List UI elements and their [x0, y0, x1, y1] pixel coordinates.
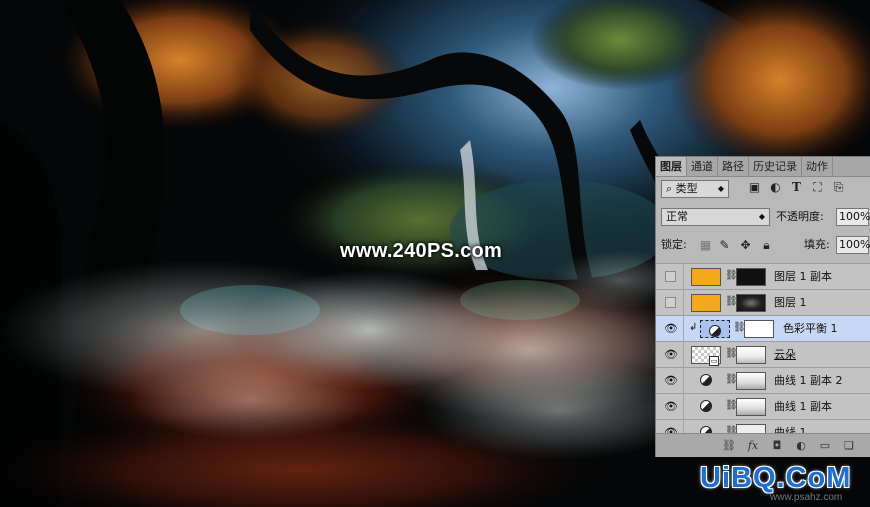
filter-kind-label: 类型 — [675, 182, 698, 195]
chevron-down-icon: ◆ — [758, 212, 765, 221]
smart-object-icon: ▭ — [709, 356, 719, 366]
search-icon: ⌕ — [666, 182, 676, 195]
layer-name[interactable]: 云朵 — [774, 346, 796, 364]
layers-panel: 图层 通道 路径 历史记录 动作 ⌕ 类型 ◆ ▣ ◐ T ⛶ ⎘ 正常 ◆ 不… — [655, 156, 870, 457]
visibility-toggle-off[interactable] — [665, 271, 676, 282]
layer-row[interactable]: 👁︎ ▭ ⛓ 云朵 — [656, 342, 870, 368]
brand-logo: UiBQ.CoM — [700, 462, 852, 494]
new-group-icon[interactable]: ▭ — [818, 439, 832, 452]
smart-object-filter-icon[interactable]: ⎘ — [832, 181, 845, 194]
chevron-down-icon: ◆ — [717, 184, 724, 193]
layer-row-selected[interactable]: 👁︎ ↲ ⛓ 色彩平衡 1 — [656, 316, 870, 342]
lock-all-icon[interactable]: 🔒︎ — [760, 239, 773, 252]
shape-filter-icon[interactable]: ⛶ — [811, 181, 824, 194]
divider — [683, 316, 684, 342]
layer-mask-thumbnail[interactable] — [736, 268, 766, 286]
layer-thumbnail — [691, 268, 721, 286]
pixel-filter-icon[interactable]: ▣ — [748, 181, 761, 194]
layer-name[interactable]: 图层 1 副本 — [774, 268, 832, 286]
link-icon[interactable]: ⛓ — [725, 374, 738, 385]
opacity-field[interactable]: 100% — [836, 208, 870, 226]
tab-paths[interactable]: 路径 — [718, 157, 749, 176]
eye-icon[interactable]: 👁︎ — [664, 349, 678, 361]
visibility-toggle-off[interactable] — [665, 297, 676, 308]
fill-label: 填充: — [804, 238, 830, 251]
divider — [683, 290, 684, 316]
layer-mask-thumbnail[interactable] — [736, 398, 766, 416]
layer-mask-thumbnail[interactable] — [736, 372, 766, 390]
link-icon[interactable]: ⛓ — [725, 270, 738, 281]
layer-row[interactable]: ⛓ 图层 1 副本 — [656, 264, 870, 290]
tab-layers[interactable]: 图层 — [656, 157, 687, 176]
tab-actions[interactable]: 动作 — [802, 157, 833, 176]
lock-row: 锁定: ▦ ✎ ✥ 🔒︎ 填充: 100% — [656, 235, 870, 255]
layer-row[interactable]: 👁︎ ⛓ 曲线 1 — [656, 420, 870, 434]
new-layer-icon[interactable]: ❏ — [842, 439, 856, 452]
curves-adjustment-icon — [700, 400, 712, 412]
lock-transparency-icon[interactable]: ▦ — [699, 239, 712, 252]
layer-name[interactable]: 图层 1 — [774, 294, 807, 312]
filter-row: ⌕ 类型 ◆ ▣ ◐ T ⛶ ⎘ — [656, 179, 870, 199]
new-adjustment-icon[interactable]: ◐ — [794, 439, 808, 452]
lock-move-icon[interactable]: ✥ — [739, 239, 752, 252]
layer-row[interactable]: ⛓ 图层 1 — [656, 290, 870, 316]
layer-thumbnail — [691, 294, 721, 312]
eye-icon[interactable]: 👁︎ — [664, 323, 678, 335]
eye-icon[interactable]: 👁︎ — [664, 401, 678, 413]
adjustment-layer-icon — [709, 325, 721, 337]
layer-name[interactable]: 曲线 1 副本 2 — [774, 372, 843, 390]
link-icon[interactable]: ⛓ — [725, 400, 738, 411]
divider — [683, 264, 684, 290]
divider — [683, 368, 684, 394]
type-filter-icon[interactable]: T — [790, 181, 803, 194]
lock-label: 锁定: — [661, 238, 687, 251]
clip-arrow-icon: ↲ — [689, 322, 698, 333]
divider — [683, 394, 684, 420]
curves-adjustment-icon — [700, 374, 712, 386]
link-icon[interactable]: ⛓ — [725, 296, 738, 307]
fill-field[interactable]: 100% — [836, 236, 870, 254]
divider — [683, 420, 684, 434]
link-icon[interactable]: ⛓ — [725, 348, 738, 359]
layer-mask-thumbnail[interactable] — [736, 346, 766, 364]
brand-subtext: www.psahz.com — [770, 492, 843, 503]
layer-mask-thumbnail[interactable] — [736, 294, 766, 312]
layer-list: ⛓ 图层 1 副本 ⛓ 图层 1 👁︎ ↲ ⛓ 色彩平衡 1 👁︎ ▭ ⛓ 云朵… — [656, 263, 870, 434]
layer-row[interactable]: 👁︎ ⛓ 曲线 1 副本 2 — [656, 368, 870, 394]
blend-row: 正常 ◆ 不透明度: 100% — [656, 207, 870, 227]
layer-mask-thumbnail[interactable] — [744, 320, 774, 338]
divider — [683, 342, 684, 368]
tab-channels[interactable]: 通道 — [687, 157, 718, 176]
link-icon[interactable]: ⛓ — [733, 322, 746, 333]
filter-kind-select[interactable]: ⌕ 类型 ◆ — [661, 180, 729, 198]
lock-paint-icon[interactable]: ✎ — [718, 239, 731, 252]
panel-bottom-toolbar: ⛓ fx ◘ ◐ ▭ ❏ — [656, 433, 870, 457]
blend-mode-select[interactable]: 正常 ◆ — [661, 208, 770, 226]
fx-icon[interactable]: fx — [746, 439, 760, 452]
opacity-label: 不透明度: — [776, 210, 824, 223]
layer-name[interactable]: 色彩平衡 1 — [783, 320, 838, 338]
blend-mode-value: 正常 — [666, 210, 688, 223]
watermark-text: www.240PS.com — [340, 240, 503, 262]
link-layers-icon[interactable]: ⛓ — [722, 439, 736, 452]
panel-tabs: 图层 通道 路径 历史记录 动作 — [656, 157, 870, 177]
tab-history[interactable]: 历史记录 — [749, 157, 802, 176]
layer-row[interactable]: 👁︎ ⛓ 曲线 1 副本 — [656, 394, 870, 420]
layer-name[interactable]: 曲线 1 副本 — [774, 398, 832, 416]
adjustment-filter-icon[interactable]: ◐ — [769, 181, 782, 194]
eye-icon[interactable]: 👁︎ — [664, 375, 678, 387]
add-mask-icon[interactable]: ◘ — [770, 439, 784, 452]
